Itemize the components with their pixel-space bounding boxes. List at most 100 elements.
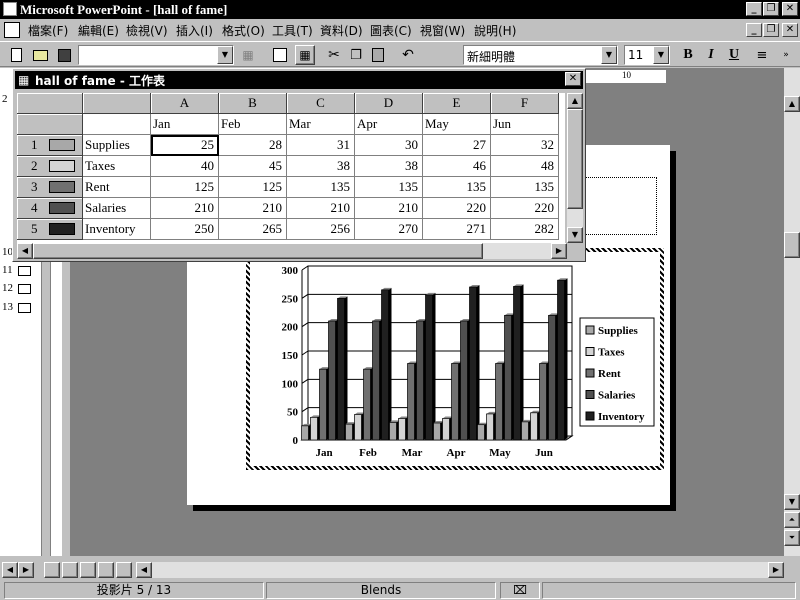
data-cell[interactable]: 220	[491, 198, 559, 219]
hscroll-right-button[interactable]: ▶	[768, 562, 784, 578]
spelling-status-icon[interactable]: ⌧	[500, 582, 540, 599]
scroll-up-button[interactable]: ▲	[784, 96, 800, 112]
column-header[interactable]: A	[151, 93, 219, 114]
datasheet-vscroll[interactable]: ▲ ▼	[567, 93, 583, 243]
ds-scroll-left[interactable]: ◀	[17, 243, 33, 259]
data-cell[interactable]: 125	[219, 177, 287, 198]
normal-view-button[interactable]	[44, 562, 60, 578]
vertical-scrollbar[interactable]: ▲ ▼ ⏶ ⏷	[784, 68, 800, 556]
slide-icon[interactable]	[18, 266, 31, 276]
data-cell[interactable]: 38	[287, 156, 355, 177]
save-button[interactable]	[54, 45, 74, 65]
menu-help[interactable]: 說明(H)	[474, 22, 516, 39]
menu-data[interactable]: 資料(D)	[320, 22, 363, 39]
ds-scroll-down[interactable]: ▼	[567, 227, 583, 243]
ds-scroll-up[interactable]: ▲	[567, 93, 583, 109]
data-cell[interactable]: 27	[423, 135, 491, 156]
paste-button[interactable]	[368, 45, 388, 65]
column-header[interactable]: F	[491, 93, 559, 114]
month-cell[interactable]: Jun	[491, 114, 559, 135]
slide-view-button[interactable]	[80, 562, 96, 578]
outline-scroll-left[interactable]: ◀	[2, 562, 18, 578]
restore-button[interactable]: ❐	[763, 2, 779, 16]
data-cell[interactable]: 38	[355, 156, 423, 177]
italic-button[interactable]: I	[701, 45, 721, 65]
month-cell[interactable]: Mar	[287, 114, 355, 135]
font-name-combo[interactable]: 新細明體 ▼	[463, 45, 618, 65]
ds-hscroll-thumb[interactable]	[33, 243, 483, 259]
outline-scroll-right[interactable]: ▶	[18, 562, 34, 578]
series-label-cell[interactable]: Inventory	[83, 219, 151, 240]
series-label-cell[interactable]: Supplies	[83, 135, 151, 156]
data-cell[interactable]: 220	[423, 198, 491, 219]
data-cell[interactable]: 256	[287, 219, 355, 240]
data-cell[interactable]: 48	[491, 156, 559, 177]
data-cell[interactable]: 31	[287, 135, 355, 156]
ds-scroll-right[interactable]: ▶	[551, 243, 567, 259]
month-cell[interactable]: Jan	[151, 114, 219, 135]
month-cell[interactable]: May	[423, 114, 491, 135]
cut-button[interactable]: ✂	[324, 45, 344, 65]
previous-slide-button[interactable]: ⏶	[784, 512, 800, 528]
next-slide-button[interactable]: ⏷	[784, 530, 800, 546]
data-cell[interactable]: 282	[491, 219, 559, 240]
data-cell[interactable]: 135	[287, 177, 355, 198]
series-label-cell[interactable]: Taxes	[83, 156, 151, 177]
data-cell[interactable]: 30	[355, 135, 423, 156]
data-cell[interactable]: 271	[423, 219, 491, 240]
data-cell[interactable]: 210	[287, 198, 355, 219]
column-header[interactable]: C	[287, 93, 355, 114]
row-header[interactable]: 3	[17, 177, 83, 198]
column-header-label[interactable]	[83, 93, 151, 114]
copy-button[interactable]: ❐	[346, 45, 366, 65]
minimize-button[interactable]: _	[746, 2, 762, 16]
data-cell[interactable]: 135	[423, 177, 491, 198]
column-header[interactable]: B	[219, 93, 287, 114]
slide-icon[interactable]	[18, 303, 31, 313]
new-button[interactable]	[6, 45, 26, 65]
scroll-down-button[interactable]: ▼	[784, 494, 800, 510]
font-size-combo[interactable]: 11 ▼	[624, 45, 670, 65]
underline-button[interactable]: U	[724, 45, 744, 65]
data-cell[interactable]: 125	[151, 177, 219, 198]
label-cell[interactable]	[83, 114, 151, 135]
doc-close-button[interactable]: ✕	[782, 23, 798, 37]
app-icon[interactable]	[3, 2, 17, 16]
sorter-view-button[interactable]	[98, 562, 114, 578]
close-button[interactable]: ✕	[782, 2, 798, 16]
row-header[interactable]: 5	[17, 219, 83, 240]
menu-edit[interactable]: 編輯(E)	[78, 22, 119, 39]
data-cell[interactable]: 210	[219, 198, 287, 219]
scroll-thumb[interactable]	[784, 232, 800, 258]
chart-object-frame[interactable]: 300 250 200 150 100 50 0 Jan Feb Mar Apr May Jun Supp…	[246, 248, 664, 470]
month-cell[interactable]: Feb	[219, 114, 287, 135]
menu-view[interactable]: 檢視(V)	[126, 22, 168, 39]
datasheet-window[interactable]: ▦ hall of fame - 工作表 ✕ A B C D E F Jan Feb Mar Ap…	[12, 68, 586, 262]
data-cell[interactable]: 135	[491, 177, 559, 198]
select-all-corner[interactable]	[17, 93, 83, 114]
row-header[interactable]: 4	[17, 198, 83, 219]
data-cell[interactable]: 135	[355, 177, 423, 198]
chart-area-button[interactable]	[270, 45, 290, 65]
series-label-cell[interactable]: Salaries	[83, 198, 151, 219]
ds-scroll-thumb[interactable]	[567, 109, 583, 209]
row-header[interactable]: 1	[17, 135, 83, 156]
data-cell[interactable]: 28	[219, 135, 287, 156]
slide-icon[interactable]	[18, 284, 31, 294]
menu-file[interactable]: 檔案(F)	[28, 22, 68, 39]
row-header[interactable]: 2	[17, 156, 83, 177]
data-cell[interactable]: 45	[219, 156, 287, 177]
row-header-blank[interactable]	[17, 114, 83, 135]
menu-format[interactable]: 格式(O)	[222, 22, 265, 39]
data-cell[interactable]: 25	[151, 135, 219, 156]
data-cell[interactable]: 40	[151, 156, 219, 177]
object-combo[interactable]: ▼	[78, 45, 234, 65]
data-cell[interactable]: 46	[423, 156, 491, 177]
toolbar-more-button[interactable]: »	[776, 45, 796, 65]
slideshow-button[interactable]	[116, 562, 132, 578]
open-button[interactable]	[30, 45, 50, 65]
data-cell[interactable]: 210	[355, 198, 423, 219]
bold-button[interactable]: B	[678, 45, 698, 65]
data-cell[interactable]: 250	[151, 219, 219, 240]
align-left-button[interactable]: ≡	[752, 45, 772, 65]
